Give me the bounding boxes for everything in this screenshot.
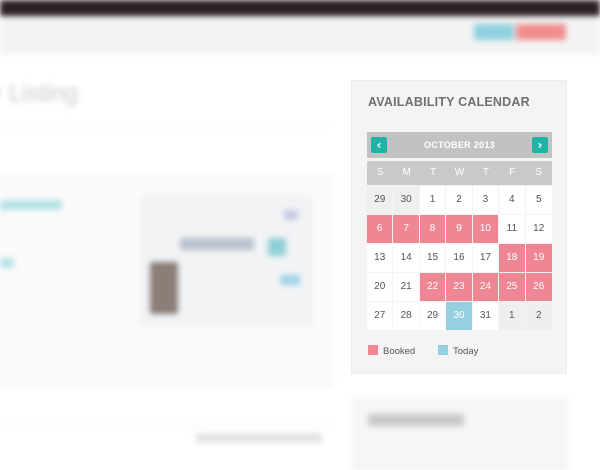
calendar-day-cell[interactable]: 2 (525, 302, 552, 330)
calendar-week-row: 29 30 1 2 3 4 5 (367, 186, 552, 214)
weekday-header-row: SMTWTFS (367, 161, 552, 185)
calendar-widget-title: AVAILABILITY CALENDAR (368, 95, 530, 109)
calendar-day-cell[interactable]: 19 (525, 244, 552, 272)
calendar-day-cell[interactable]: 29 (367, 186, 393, 214)
calendar-day-cell[interactable]: 16 (446, 244, 472, 272)
weekday-label: F (509, 167, 516, 178)
calendar-day-cell[interactable]: 13 (367, 244, 393, 272)
header-red-button[interactable] (516, 24, 566, 40)
calendar-day-cell[interactable]: 20 (367, 273, 393, 301)
calendar-day-cell[interactable]: 12 (525, 215, 552, 243)
today-swatch (438, 345, 448, 355)
calendar-day-cell[interactable]: 23 (446, 273, 472, 301)
calendar-day-cell[interactable]: 17 (472, 244, 499, 272)
thumbnail-detail (180, 238, 254, 250)
title-divider (0, 125, 330, 126)
thumbnail-detail (268, 238, 286, 256)
calendar-day-cell[interactable]: 25 (499, 273, 525, 301)
legend-today-label: Today (453, 346, 479, 357)
calendar-weeks: 29 30 1 2 3 4 5 6 7 8 9 10 11 12 13 14 15 16 17 18 19 20 21 22 2… (367, 186, 552, 330)
weekday-label: S (535, 167, 543, 178)
calendar-day-cell[interactable]: 9 (446, 215, 472, 243)
calendar-month-header: ‹ OCTOBER 2013 › (367, 132, 552, 158)
calendar-day-cell[interactable]: 8 (419, 215, 446, 243)
calendar-grid: ‹ OCTOBER 2013 › SMTWTFS 29 30 1 2 3 4 5 6 7 8 9 10… (367, 132, 552, 330)
calendar-day-cell[interactable]: 2 (446, 186, 472, 214)
calendar-day-cell[interactable]: 28 (393, 302, 419, 330)
weekday-label: M (402, 167, 411, 178)
listing-page-title: r Listing (0, 80, 79, 107)
calendar-day-cell[interactable]: 1 (419, 186, 446, 214)
calendar-day-cell[interactable]: 14 (393, 244, 419, 272)
thumbnail-detail (280, 275, 300, 285)
booked-swatch (368, 345, 378, 355)
calendar-day-cell[interactable]: 4 (499, 186, 525, 214)
calendar-week-row: 27 28 29 30 31 1 2 (367, 302, 552, 330)
calendar-day-cell[interactable]: 15 (419, 244, 446, 272)
calendar-day-cell[interactable]: 22 (419, 273, 446, 301)
calendar-day-cell[interactable]: 30 (446, 302, 472, 330)
top-navigation-bar (0, 0, 600, 16)
calendar-day-cell[interactable]: 18 (499, 244, 525, 272)
calendar-day-cell[interactable]: 29 (419, 302, 446, 330)
weekday-label: S (376, 167, 384, 178)
calendar-week-row: 13 14 15 16 17 18 19 (367, 244, 552, 272)
header-blue-button[interactable] (474, 24, 514, 40)
calendar-month-label: OCTOBER 2013 (424, 140, 495, 150)
listing-link[interactable] (0, 200, 62, 210)
calendar-day-cell[interactable]: 26 (525, 273, 552, 301)
calendar-day-cell[interactable]: 11 (499, 215, 525, 243)
calendar-day-cell[interactable]: 5 (525, 186, 552, 214)
thumbnail-photo (150, 262, 178, 314)
bottom-divider (0, 425, 330, 426)
bottom-meta-text (196, 433, 322, 443)
availability-calendar-widget: AVAILABILITY CALENDAR ‹ OCTOBER 2013 › S… (351, 80, 567, 374)
chevron-right-icon[interactable]: › (532, 137, 548, 153)
calendar-week-row: 20 21 22 23 24 25 26 (367, 273, 552, 301)
calendar-day-cell[interactable]: 6 (367, 215, 393, 243)
calendar-day-cell[interactable]: 24 (472, 273, 499, 301)
calendar-day-cell[interactable]: 1 (499, 302, 525, 330)
calendar-week-row: 6 7 8 9 10 11 12 (367, 215, 552, 243)
calendar-day-cell[interactable]: 30 (393, 186, 419, 214)
listing-link-secondary[interactable] (0, 258, 14, 268)
calendar-day-cell[interactable]: 31 (472, 302, 499, 330)
weekday-label: T (482, 167, 489, 178)
legend-booked-label: Booked (383, 346, 416, 357)
calendar-day-cell[interactable]: 3 (472, 186, 499, 214)
calendar-day-cell[interactable]: 27 (367, 302, 393, 330)
calendar-day-cell[interactable]: 10 (472, 215, 499, 243)
weekday-label: W (454, 167, 465, 178)
legend-booked: Booked (368, 345, 415, 357)
calendar-day-cell[interactable]: 21 (393, 273, 419, 301)
secondary-widget-title (368, 414, 464, 426)
legend-today: Today (438, 345, 478, 357)
weekday-label: T (430, 167, 437, 178)
calendar-day-cell[interactable]: 7 (393, 215, 419, 243)
secondary-widget (352, 398, 568, 470)
thumbnail-detail (284, 210, 298, 220)
